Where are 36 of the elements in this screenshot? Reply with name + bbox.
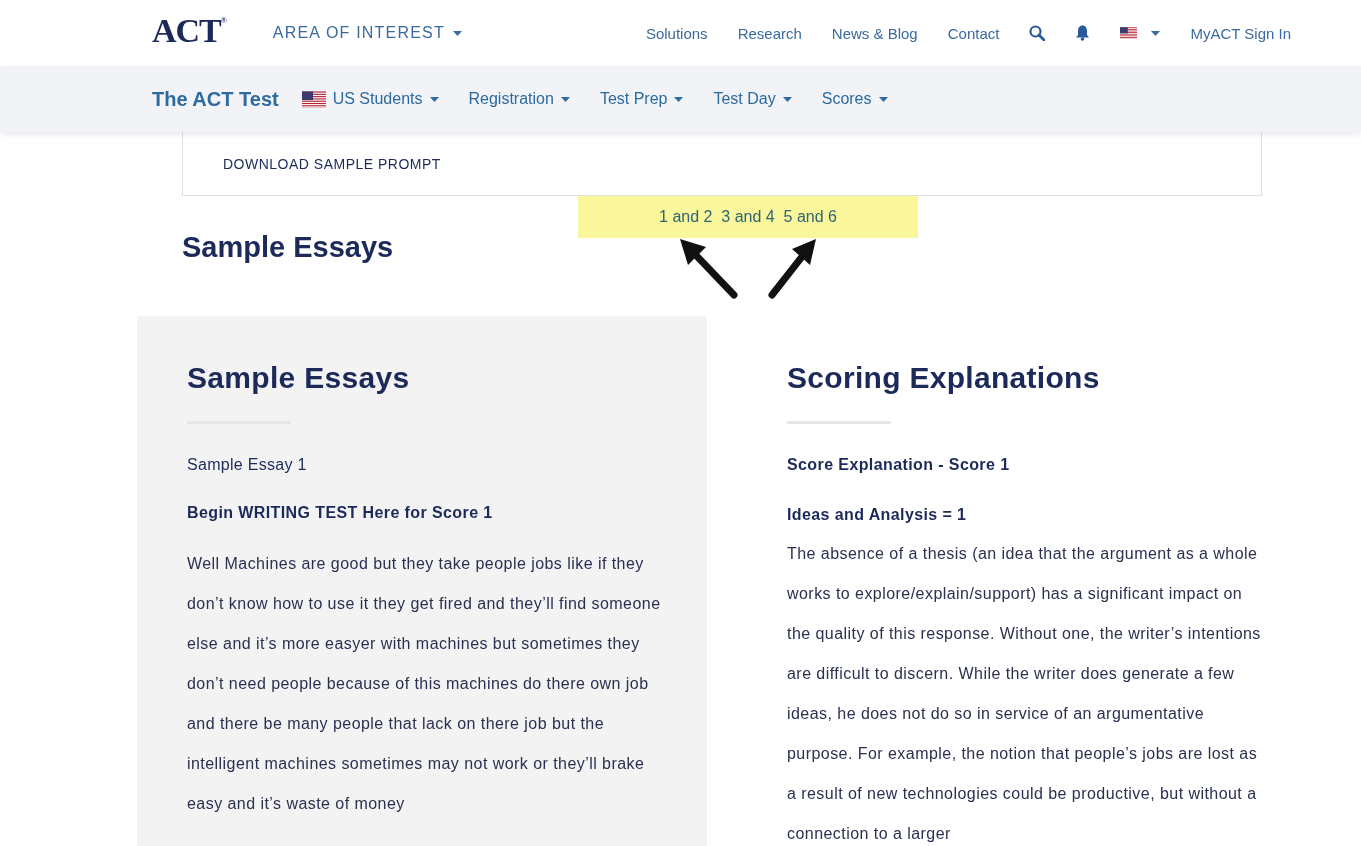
- score-subtitle: Score Explanation - Score 1: [787, 456, 1011, 474]
- nav-menu[interactable]: Registration: [461, 90, 577, 108]
- act-logo[interactable]: ACT$^{®}$: [152, 12, 227, 50]
- nav-link[interactable]: Contact: [947, 24, 1000, 42]
- nav-link[interactable]: Solutions: [645, 24, 708, 42]
- essay-heading: Begin WRITING TEST Here for Score 1: [187, 504, 494, 522]
- nav-link[interactable]: News & Blog: [831, 24, 918, 42]
- language-menu[interactable]: [1120, 27, 1161, 39]
- download-prompt-link[interactable]: DOWNLOAD SAMPLE PROMPT: [223, 155, 441, 172]
- essay-text: Well Machines are good but they take people jobs like if they don’t know how to use it they get fired and they’ll find someone else and it’s more easyer with machines but sometimes they don’t need people because of this machines do there own job and there be many people that lack on there job but the intelligent machines sometimes may not work or they’ll brake easy and it’s waste of money: [187, 554, 662, 814]
- section-title[interactable]: The ACT Test: [152, 87, 279, 111]
- page-heading: Sample Essays: [182, 231, 394, 264]
- explanation-text: The absence of a thesis (an idea that the argument as a whole works to explore/explain/support) has a significant impact on the quality of this response. Without one, the writer’s intentions are difficult to discern. While the writer does generate a few ideas, he does not do so in service of an argumentative purpose. For example, the notion that people’s jobs are lost as a result of new technologies could be productive, but without a connection to a larger: [787, 544, 1262, 844]
- nav-menu[interactable]: Test Day: [706, 90, 799, 108]
- caret-icon: [452, 30, 462, 36]
- caret-icon: [560, 96, 570, 102]
- caret-icon: [674, 96, 684, 102]
- panel-heading: Sample Essays: [187, 361, 411, 395]
- panel-heading: Scoring Explanations: [787, 361, 1101, 395]
- sign-in-link[interactable]: MyACT Sign In: [1190, 24, 1291, 42]
- essay-label: Sample Essay 1: [187, 456, 308, 474]
- area-of-interest-menu[interactable]: AREA OF INTEREST: [272, 24, 462, 42]
- caret-icon: [878, 96, 888, 102]
- caret-icon: [1151, 30, 1161, 36]
- caret-icon: [782, 96, 792, 102]
- search-icon[interactable]: [1029, 25, 1046, 41]
- bell-icon[interactable]: [1075, 25, 1091, 41]
- nav-menu[interactable]: Scores: [814, 90, 895, 108]
- highlighted-text: 1 and 2 3 and 4 5 and 6: [578, 196, 918, 238]
- flag-icon: [301, 90, 326, 108]
- nav-menu[interactable]: US Students: [294, 90, 446, 108]
- flag-icon: [1120, 27, 1138, 39]
- score-heading: Ideas and Analysis = 1: [787, 506, 968, 524]
- nav-menu[interactable]: Test Prep: [592, 90, 691, 108]
- caret-icon: [429, 96, 439, 102]
- nav-link[interactable]: Research: [737, 24, 802, 42]
